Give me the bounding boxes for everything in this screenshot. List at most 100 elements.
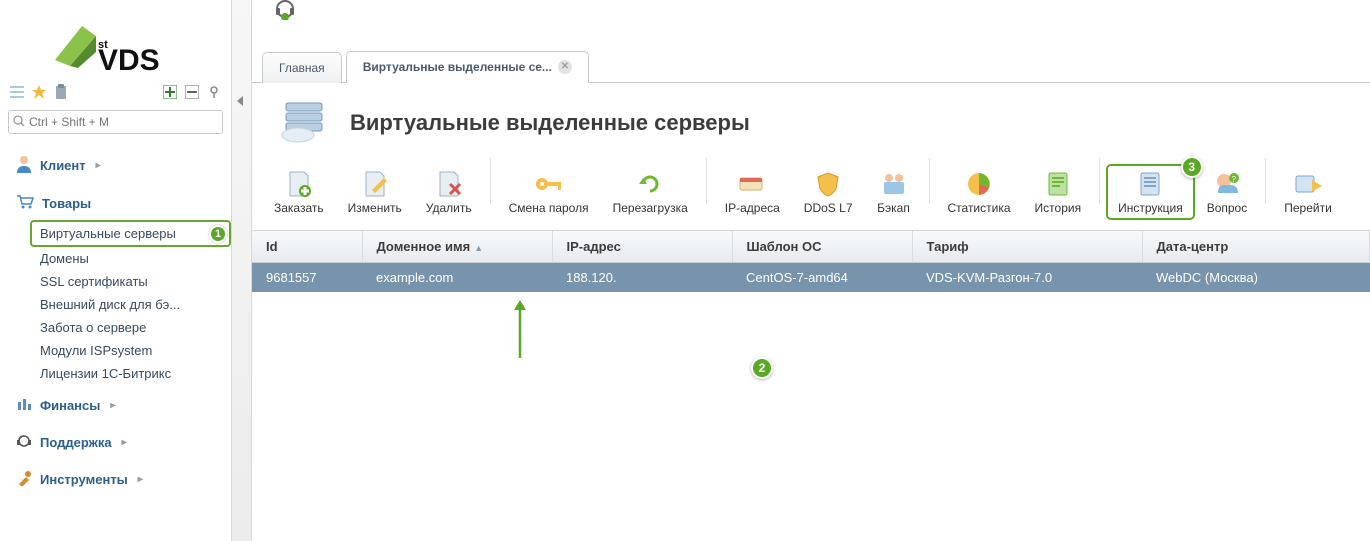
star-icon[interactable]	[30, 83, 48, 101]
tool-ddos[interactable]: DDoS L7	[792, 164, 865, 220]
search-input-wrapper[interactable]	[8, 110, 223, 134]
tool-delete[interactable]: Удалить	[414, 164, 484, 220]
chevron-right-icon: ▸	[138, 474, 143, 485]
tool-stats[interactable]: Статистика	[936, 164, 1023, 220]
toolbar: Заказать Изменить Удалить Смена пароля П…	[252, 156, 1370, 231]
support-icon	[16, 433, 32, 452]
col-domain[interactable]: Доменное имя	[362, 231, 552, 263]
cell-ip: 188.120.	[552, 263, 732, 293]
nav-label: Инструменты	[40, 472, 128, 487]
col-dc[interactable]: Дата-центр	[1142, 231, 1370, 263]
cell-tariff: VDS-KVM-Разгон-7.0	[912, 263, 1142, 293]
tool-label: Бэкап	[877, 201, 910, 215]
reboot-icon	[634, 169, 666, 199]
cell-os: CentOS-7-amd64	[732, 263, 912, 293]
tool-label: Перейти	[1284, 201, 1332, 215]
separator	[1265, 158, 1266, 204]
tool-question[interactable]: ? Вопрос	[1195, 164, 1260, 220]
cell-id: 9681557	[252, 263, 362, 293]
tool-ip[interactable]: IP-адреса	[713, 164, 792, 220]
sidebar-item-domains[interactable]: Домены	[40, 247, 231, 270]
sidebar-quick-icons	[0, 80, 231, 104]
separator	[929, 158, 930, 204]
headset-icon[interactable]	[274, 0, 296, 20]
nav-label: Финансы	[40, 398, 100, 413]
col-ip[interactable]: IP-адрес	[552, 231, 732, 263]
search-input[interactable]	[29, 115, 218, 129]
tool-instruction[interactable]: Инструкция 3	[1106, 164, 1195, 220]
chevron-right-icon: ▸	[96, 160, 101, 171]
question-icon: ?	[1211, 169, 1243, 199]
table-row[interactable]: 9681557 example.com 188.120. CentOS-7-am…	[252, 263, 1370, 293]
finance-icon	[16, 396, 32, 415]
tool-label: Заказать	[274, 201, 324, 215]
document-edit-icon	[359, 169, 391, 199]
tool-password[interactable]: Смена пароля	[497, 164, 601, 220]
nav-section-tools[interactable]: Инструменты ▸	[0, 463, 231, 496]
tool-edit[interactable]: Изменить	[336, 164, 414, 220]
minus-icon[interactable]	[183, 83, 201, 101]
cell-domain: example.com	[362, 263, 552, 293]
sidebar-item-care[interactable]: Забота о сервере	[40, 316, 231, 339]
chevron-right-icon: ▸	[122, 437, 127, 448]
separator	[490, 158, 491, 204]
tab-vps[interactable]: Виртуальные выделенные се... ✕	[346, 51, 589, 83]
document-plus-icon	[283, 169, 315, 199]
history-icon	[1042, 169, 1074, 199]
tool-order[interactable]: Заказать	[262, 164, 336, 220]
cell-dc: WebDC (Москва)	[1142, 263, 1370, 293]
col-tariff[interactable]: Тариф	[912, 231, 1142, 263]
sidebar-item-vps[interactable]: Виртуальные серверы 1	[30, 220, 231, 247]
nav-section-support[interactable]: Поддержка ▸	[0, 426, 231, 459]
sidebar-item-isp[interactable]: Модули ISPsystem	[40, 339, 231, 362]
nav-section-finance[interactable]: Финансы ▸	[0, 389, 231, 422]
list-icon[interactable]	[8, 83, 26, 101]
col-id[interactable]: Id	[252, 231, 362, 263]
person-icon	[16, 155, 32, 176]
nav: Клиент ▸ Товары Виртуальные серверы 1 До…	[0, 140, 231, 508]
sidebar-collapse-handle[interactable]	[232, 0, 252, 541]
key-icon	[533, 169, 565, 199]
tool-label: Инструкция	[1118, 201, 1183, 215]
tool-label: DDoS L7	[804, 201, 853, 215]
clipboard-icon[interactable]	[52, 83, 70, 101]
servers-table: Id Доменное имя IP-адрес Шаблон ОС Тариф…	[252, 231, 1370, 292]
page-title: Виртуальные выделенные серверы	[350, 110, 750, 136]
tool-label: IP-адреса	[725, 201, 780, 215]
sidebar: st VDS	[0, 0, 232, 541]
separator	[1099, 158, 1100, 204]
callout-badge-2: 2	[751, 357, 773, 379]
nav-section-client[interactable]: Клиент ▸	[0, 148, 231, 183]
instruction-icon	[1134, 169, 1166, 199]
tool-reboot[interactable]: Перезагрузка	[601, 164, 700, 220]
tool-label: Смена пароля	[509, 201, 589, 215]
tool-label: Изменить	[348, 201, 402, 215]
plus-icon[interactable]	[161, 83, 179, 101]
sidebar-item-disk[interactable]: Внешний диск для бэ...	[40, 293, 231, 316]
tool-label: Вопрос	[1207, 201, 1248, 215]
col-os[interactable]: Шаблон ОС	[732, 231, 912, 263]
pin-icon[interactable]	[205, 83, 223, 101]
tab-home[interactable]: Главная	[262, 52, 342, 83]
shield-icon	[812, 169, 844, 199]
tool-backup[interactable]: Бэкап	[865, 164, 923, 220]
nav-sub-products: Виртуальные серверы 1 Домены SSL сертифи…	[0, 220, 231, 385]
svg-text:VDS: VDS	[98, 44, 160, 76]
tabs: Главная Виртуальные выделенные се... ✕	[252, 50, 1370, 83]
tool-label: Удалить	[426, 201, 472, 215]
close-icon[interactable]: ✕	[558, 60, 572, 74]
sidebar-item-bitrix[interactable]: Лицензии 1С-Битрикс	[40, 362, 231, 385]
sidebar-item-label: Виртуальные серверы	[40, 226, 176, 241]
ip-icon	[736, 169, 768, 199]
sidebar-item-ssl[interactable]: SSL сертификаты	[40, 270, 231, 293]
annotation-arrow	[510, 300, 530, 360]
tool-label: Перезагрузка	[613, 201, 688, 215]
tool-go[interactable]: Перейти	[1272, 164, 1344, 220]
nav-section-products[interactable]: Товары	[0, 187, 231, 220]
tab-label: Главная	[279, 61, 325, 75]
nav-label: Поддержка	[40, 435, 112, 450]
chart-pie-icon	[963, 169, 995, 199]
tool-history[interactable]: История	[1023, 164, 1094, 220]
search-icon	[13, 115, 25, 130]
chevron-left-icon	[237, 96, 243, 106]
